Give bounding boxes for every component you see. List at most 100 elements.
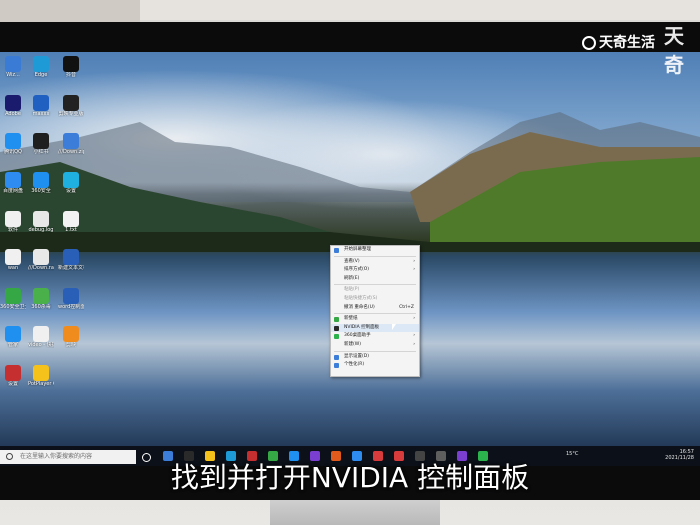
- desktop-icon[interactable]: 剪映专业版: [58, 94, 84, 117]
- app-icon: [33, 210, 49, 227]
- search-icon: [6, 453, 13, 460]
- menu-item-label: 个性化(R): [344, 362, 365, 368]
- desktop-icon[interactable]: 1.txt: [58, 210, 84, 233]
- taskbar-app-icon[interactable]: [163, 451, 173, 461]
- taskbar-app-icon[interactable]: [394, 451, 404, 461]
- desktop-icon[interactable]: 管家: [0, 326, 26, 348]
- desktop-icon-label: 新建文本文档.docx: [58, 265, 84, 272]
- desktop-icon-label: 软件: [7, 226, 18, 233]
- menu-item-label: 开始屏幕整理: [344, 247, 371, 252]
- context-menu-item[interactable]: 新建(W) ›: [331, 341, 419, 350]
- desktop-icon-label: 剪映: [65, 342, 76, 349]
- desktop-context-menu: 开始屏幕整理 查看(V) › 排序方式(O) › 刷新(E) 粘贴(P) 粘贴快捷方式(S) 撤…: [330, 245, 420, 377]
- taskbar-app-icon[interactable]: [331, 451, 341, 461]
- desktop-icon-label: debug.log: [28, 226, 54, 233]
- taskbar-app-icon[interactable]: [205, 451, 215, 461]
- taskbar-app-icon[interactable]: [478, 451, 488, 461]
- mountains-illustration: [0, 112, 700, 252]
- desktop-icon[interactable]: Wiz...: [0, 56, 26, 78]
- context-menu-item[interactable]: 新壁纸 ›: [331, 315, 419, 324]
- app-icon: [5, 94, 21, 111]
- context-menu-item[interactable]: 查看(V) ›: [331, 258, 419, 267]
- desktop-icon[interactable]: 腾讯QQ: [0, 133, 26, 155]
- desktop-icon[interactable]: video - 快捷方式: [28, 326, 54, 348]
- clock[interactable]: 16:57 2021/11/28: [650, 449, 694, 461]
- taskbar-app-icon[interactable]: [268, 451, 278, 461]
- app-icon: [63, 326, 79, 343]
- menu-item-label: 刷新(E): [344, 275, 360, 281]
- desktop-icon[interactable]: word控制面板.docx: [58, 287, 84, 310]
- desktop-icon[interactable]: ///Down.zip: [58, 133, 84, 155]
- menu-item-label: 显示设置(D): [344, 353, 369, 359]
- taskbar-app-icon[interactable]: [310, 451, 320, 461]
- desktop-icon[interactable]: 软件: [0, 210, 26, 233]
- context-menu-item[interactable]: 撤消 重命名(U) Ctrl+Z: [331, 304, 419, 313]
- desktop-icon[interactable]: 小红书: [28, 133, 54, 155]
- desktop-icon-label: Wiz...: [6, 72, 20, 78]
- monitor-stand: [270, 500, 440, 525]
- taskbar-app-icon[interactable]: [184, 451, 194, 461]
- context-menu-item[interactable]: 排序方式(O) ›: [331, 266, 419, 275]
- app-icon: [33, 171, 49, 188]
- taskbar-app-icon[interactable]: [289, 451, 299, 461]
- desktop-icon[interactable]: wan: [0, 249, 26, 271]
- desktop-icon-label: Edge: [34, 72, 48, 78]
- taskbar-app-icon[interactable]: [415, 451, 425, 461]
- app-icon: [5, 210, 21, 227]
- desktop-icon[interactable]: Adobe: [0, 94, 26, 117]
- taskbar-app-icon[interactable]: [352, 451, 362, 461]
- desktop-icon[interactable]: maxxx: [28, 94, 54, 117]
- desktop-icon[interactable]: 新建文本文档.docx: [58, 249, 84, 271]
- menu-item-icon: [334, 363, 339, 369]
- taskbar-app-icon[interactable]: [373, 451, 383, 461]
- desktop-icon[interactable]: 剪映: [58, 326, 84, 348]
- weather-text[interactable]: 15°C: [566, 451, 578, 457]
- menu-separator: [334, 350, 416, 352]
- taskbar-app-icon[interactable]: [247, 451, 257, 461]
- desktop-icon[interactable]: PotPlayer 64 bit: [28, 365, 54, 387]
- search-placeholder: 在这里输入你要搜索的内容: [20, 453, 93, 460]
- desktop-icon[interactable]: debug.log: [28, 210, 54, 233]
- chevron-right-icon: ›: [413, 316, 415, 322]
- app-icon: [33, 133, 49, 150]
- context-menu-item[interactable]: 360桌面助手 ›: [331, 332, 419, 341]
- desktop-icon-label: 小红书: [33, 149, 49, 156]
- taskbar-app-icon[interactable]: [457, 451, 467, 461]
- desktop-icon[interactable]: 设置: [58, 171, 84, 194]
- chevron-right-icon: ›: [413, 267, 415, 273]
- desktop-icon[interactable]: ///Down.rar: [28, 249, 54, 271]
- desktop-icon-label: 剪映专业版: [58, 110, 84, 117]
- menu-item-label: 粘贴(P): [344, 287, 360, 293]
- context-menu-item[interactable]: 显示设置(D): [331, 353, 419, 362]
- menu-item-label: 排序方式(O): [344, 267, 370, 273]
- context-menu-item[interactable]: 个性化(R): [331, 361, 419, 370]
- app-icon: [63, 171, 79, 188]
- desktop-icon[interactable]: 360安全: [28, 171, 54, 194]
- brand-logo-icon: [582, 36, 596, 50]
- chevron-right-icon: ›: [413, 258, 415, 264]
- desktop-wallpaper[interactable]: Wiz...Adobe腾讯QQ百度网盘软件wan360安全卫士管家设置Edgem…: [0, 52, 700, 446]
- brand-text: 天奇生活: [599, 35, 655, 51]
- menu-separator: [334, 313, 416, 315]
- task-view-icon[interactable]: [142, 453, 151, 462]
- desktop-icon[interactable]: Edge: [28, 56, 54, 78]
- menu-item-icon: [334, 334, 339, 340]
- context-menu-item[interactable]: 开始屏幕整理: [331, 246, 419, 255]
- app-icon: [5, 171, 21, 188]
- menu-item-label: 撤消 重命名(U): [344, 304, 375, 310]
- taskbar-app-icon[interactable]: [226, 451, 236, 461]
- app-icon: [5, 365, 21, 382]
- clock-date: 2021/11/28: [665, 455, 694, 461]
- taskbar-app-icon[interactable]: [436, 451, 446, 461]
- desktop-icon[interactable]: 360安全卫士: [0, 287, 26, 310]
- desktop-icon[interactable]: 设置: [0, 365, 26, 387]
- context-menu-item[interactable]: 刷新(E): [331, 275, 419, 284]
- context-menu-item[interactable]: NVIDIA 控制面板: [331, 323, 419, 333]
- video-subtitle: 找到并打开NVIDIA 控制面板: [170, 461, 530, 494]
- menu-item-label: 360桌面助手: [344, 333, 371, 339]
- chevron-right-icon: ›: [413, 341, 415, 347]
- desktop-icon[interactable]: 抖音: [58, 56, 84, 78]
- desktop-icon[interactable]: 360杀毒: [28, 287, 54, 310]
- desktop-icon[interactable]: 百度网盘: [0, 171, 26, 194]
- desktop-icon-label: 设置: [7, 381, 18, 388]
